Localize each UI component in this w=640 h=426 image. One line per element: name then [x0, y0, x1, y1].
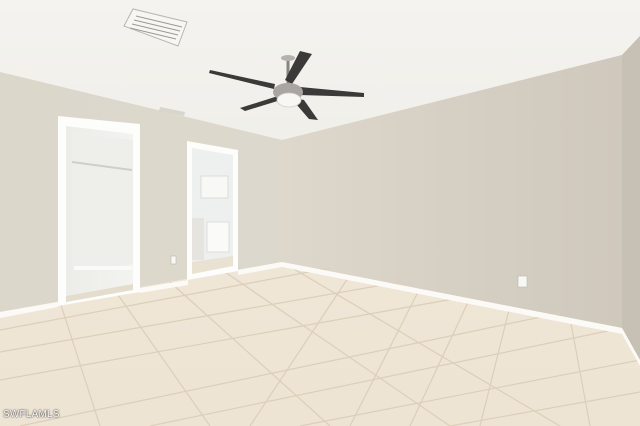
far-right-wall [622, 36, 640, 360]
room-illustration [0, 0, 640, 426]
closet-baseboard [74, 266, 132, 270]
bathroom-cabinet [200, 175, 229, 199]
bathroom-toilet [206, 221, 230, 253]
bathroom-vanity [192, 218, 204, 260]
fan-light [276, 92, 302, 108]
closet-back-wall [72, 134, 133, 274]
watermark: SWFLAMLS [3, 409, 60, 420]
outlet-right-wall [517, 275, 528, 288]
room-photo: SWFLAMLS [0, 0, 640, 426]
outlet-left-wall [170, 255, 177, 265]
